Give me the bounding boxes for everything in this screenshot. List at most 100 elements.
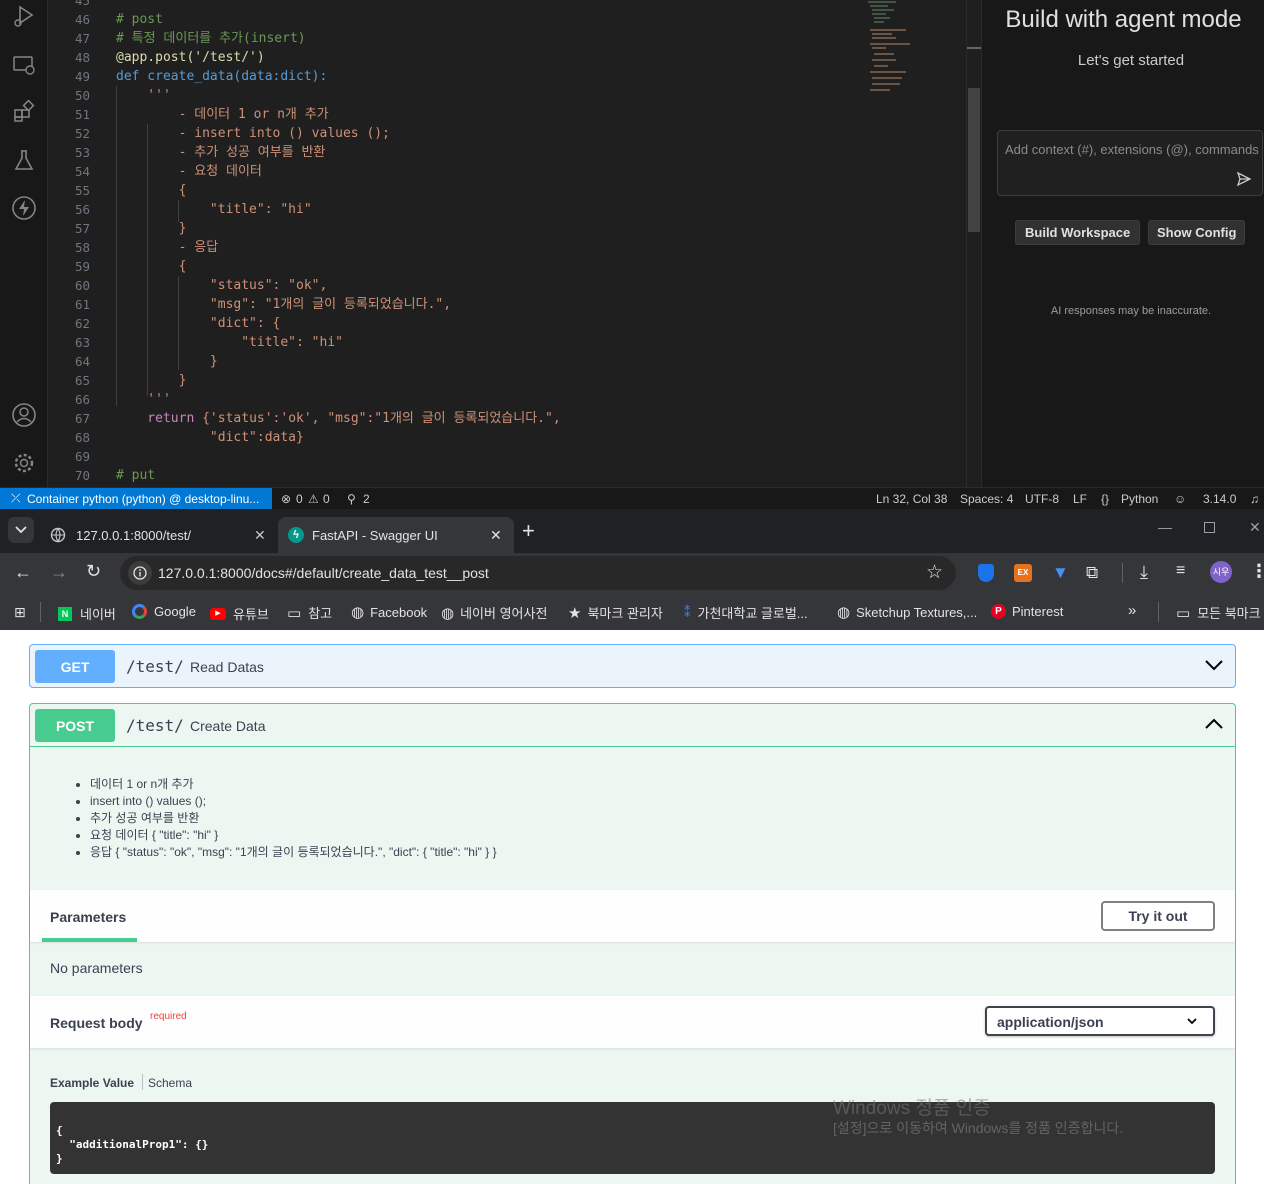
extensions-icon[interactable] — [10, 98, 38, 126]
windows-activation-subtitle: [설정]으로 이동하여 Windows를 정품 인증합니다. — [833, 1120, 1124, 1136]
apps-grid-icon[interactable]: ⊞ — [14, 604, 26, 621]
profile-avatar[interactable]: 시우 — [1210, 561, 1232, 583]
chevron-down-icon[interactable] — [1205, 658, 1223, 676]
folder-icon: ▭ — [1176, 604, 1191, 622]
forward-arrow-icon[interactable]: → — [50, 562, 68, 583]
pinterest-icon: P — [991, 604, 1006, 619]
bookmark-manager[interactable]: ★ 북마크 관리자 — [568, 603, 663, 622]
browser-tab-test[interactable]: 127.0.0.1:8000/test/ ✕ — [38, 517, 274, 553]
chevron-up-icon[interactable] — [1205, 717, 1223, 735]
bookmark-gachon[interactable]: ⁑ 가천대학교 글로벌... — [684, 603, 808, 622]
minimize-icon[interactable]: — — [1158, 519, 1172, 535]
bookmark-sketchup[interactable]: ◍ Sketchup Textures,... — [837, 603, 977, 621]
scrollbar-thumb[interactable] — [968, 88, 980, 232]
more-bookmarks-icon[interactable]: » — [1128, 602, 1136, 619]
lightning-icon[interactable] — [10, 194, 38, 222]
schema-tab[interactable]: Schema — [148, 1076, 192, 1090]
close-tab-icon[interactable]: ✕ — [490, 527, 502, 544]
browser-tab-swagger[interactable]: ϟ FastAPI - Swagger UI ✕ — [278, 517, 514, 553]
send-icon[interactable] — [1236, 171, 1252, 192]
try-it-out-button[interactable]: Try it out — [1101, 901, 1215, 931]
code-line: } — [56, 1152, 63, 1165]
remote-label: Container python (python) @ desktop-linu… — [27, 492, 260, 506]
shield-extension-icon[interactable]: ▼ — [1052, 563, 1069, 583]
copilot-icon[interactable]: ☺ — [1174, 492, 1186, 506]
reload-icon[interactable]: ↻ — [86, 561, 101, 582]
address-bar[interactable]: 127.0.0.1:8000/docs#/default/create_data… — [120, 556, 956, 590]
run-debug-icon[interactable] — [10, 2, 38, 30]
new-tab-icon[interactable]: + — [522, 518, 535, 544]
back-arrow-icon[interactable]: ← — [14, 562, 32, 583]
vscode-window: 45 46 47 48 49 50 51 52 53 54 55 56 57 58 59 60 61 62 63 64… — [0, 0, 1264, 509]
bookmark-google[interactable]: Google — [132, 604, 196, 619]
minimap[interactable] — [866, 0, 966, 487]
bookmarks-divider — [40, 602, 41, 622]
bookmark-naver-dictionary[interactable]: ◍ 네이버 영어사전 — [441, 603, 547, 622]
opblock-summary[interactable]: POST /test/ Create Data — [30, 704, 1235, 747]
parameters-tab[interactable]: Parameters — [50, 909, 126, 925]
content-type-select[interactable]: application/json — [985, 1006, 1215, 1036]
warning-count[interactable]: 0 — [323, 492, 330, 506]
ex-extension-icon[interactable]: EX — [1014, 564, 1032, 582]
testing-flask-icon[interactable] — [10, 146, 38, 174]
extensions-puzzle-icon[interactable]: ⧉ — [1086, 563, 1098, 583]
editor-scrollbar[interactable] — [966, 0, 981, 487]
star-icon: ★ — [568, 604, 582, 622]
language-mode[interactable]: Python — [1121, 492, 1158, 506]
indent-guide — [147, 124, 148, 396]
description-item: 데이터 1 or n개 추가 — [90, 776, 1235, 793]
bookmark-youtube[interactable]: ▶ 유튜브 — [210, 604, 269, 623]
settings-gear-icon[interactable] — [10, 449, 38, 477]
globe-icon: ◍ — [441, 604, 455, 622]
opblock-get-test[interactable]: GET /test/ Read Datas — [29, 644, 1236, 688]
all-bookmarks-folder[interactable]: ▭ 모든 북마크 — [1176, 603, 1261, 622]
close-tab-icon[interactable]: ✕ — [254, 527, 266, 544]
download-icon[interactable]: ⤓ — [1140, 562, 1148, 583]
code-line: # 특정 데이터를 추가(insert) — [116, 31, 306, 46]
error-count[interactable]: 0 — [296, 492, 303, 506]
indentation[interactable]: Spaces: 4 — [960, 492, 1013, 506]
example-value-code[interactable]: { "additionalProp1": {}} — [50, 1102, 1215, 1174]
bookmark-pinterest[interactable]: P Pinterest — [991, 604, 1063, 619]
example-value-tab[interactable]: Example Value — [50, 1076, 134, 1090]
account-icon[interactable] — [10, 401, 38, 429]
site-info-icon[interactable] — [128, 561, 152, 585]
cursor-position[interactable]: Ln 32, Col 38 — [876, 492, 947, 506]
activity-bar — [0, 0, 48, 487]
bookmark-label: 네이버 영어사전 — [460, 606, 548, 621]
ports-count[interactable]: 2 — [363, 492, 370, 506]
bookmark-naver[interactable]: N 네이버 — [58, 604, 116, 623]
chat-title: Build with agent mode — [1005, 6, 1242, 33]
code-line: # post — [116, 12, 163, 27]
bookmark-star-icon[interactable]: ☆ — [926, 561, 943, 584]
remote-indicator[interactable]: ⤫ Container python (python) @ desktop-li… — [0, 488, 272, 509]
media-control-icon[interactable]: ≡ — [1176, 562, 1185, 580]
build-workspace-button[interactable]: Build Workspace — [1015, 220, 1141, 245]
url-text[interactable]: 127.0.0.1:8000/docs#/default/create_data… — [158, 565, 489, 581]
line-number: 51 — [74, 107, 90, 122]
code-line: - 데이터 1 or n개 추가 — [116, 107, 329, 122]
bookmark-label: Google — [154, 604, 196, 619]
error-icon: ⊗ — [281, 492, 292, 506]
end-of-line[interactable]: LF — [1073, 492, 1087, 506]
menu-kebab-icon[interactable]: ⋮ — [1250, 561, 1264, 582]
bookmark-folder-reference[interactable]: ▭ 참고 — [287, 603, 332, 622]
bitwarden-icon[interactable] — [978, 564, 994, 582]
close-window-icon[interactable]: ✕ — [1249, 519, 1261, 536]
encoding[interactable]: UTF-8 — [1025, 492, 1059, 506]
chat-input[interactable]: Add context (#), extensions (@), command… — [997, 130, 1263, 196]
python-version[interactable]: 3.14.0 — [1203, 492, 1236, 506]
browser-toolbar: ← → ↻ 127.0.0.1:8000/docs#/default/creat… — [0, 553, 1264, 593]
naver-icon: N — [58, 606, 72, 621]
globe-icon: ◍ — [351, 604, 365, 621]
code-line: "additionalProp1": {} — [56, 1138, 209, 1151]
code-line: } — [116, 221, 187, 236]
maximize-icon[interactable] — [1204, 522, 1215, 533]
notification-bell-icon[interactable]: ♫ — [1250, 492, 1259, 506]
bookmark-facebook[interactable]: ◍ Facebook — [351, 603, 427, 621]
tab-search-button[interactable] — [8, 517, 34, 543]
code-editor[interactable]: # post # 특정 데이터를 추가(insert) @app.post('/te… — [100, 0, 966, 487]
remote-explorer-icon[interactable] — [10, 51, 38, 79]
show-config-button[interactable]: Show Config — [1148, 220, 1246, 245]
chat-input-placeholder: Add context (#), extensions (@), command… — [1005, 142, 1259, 157]
